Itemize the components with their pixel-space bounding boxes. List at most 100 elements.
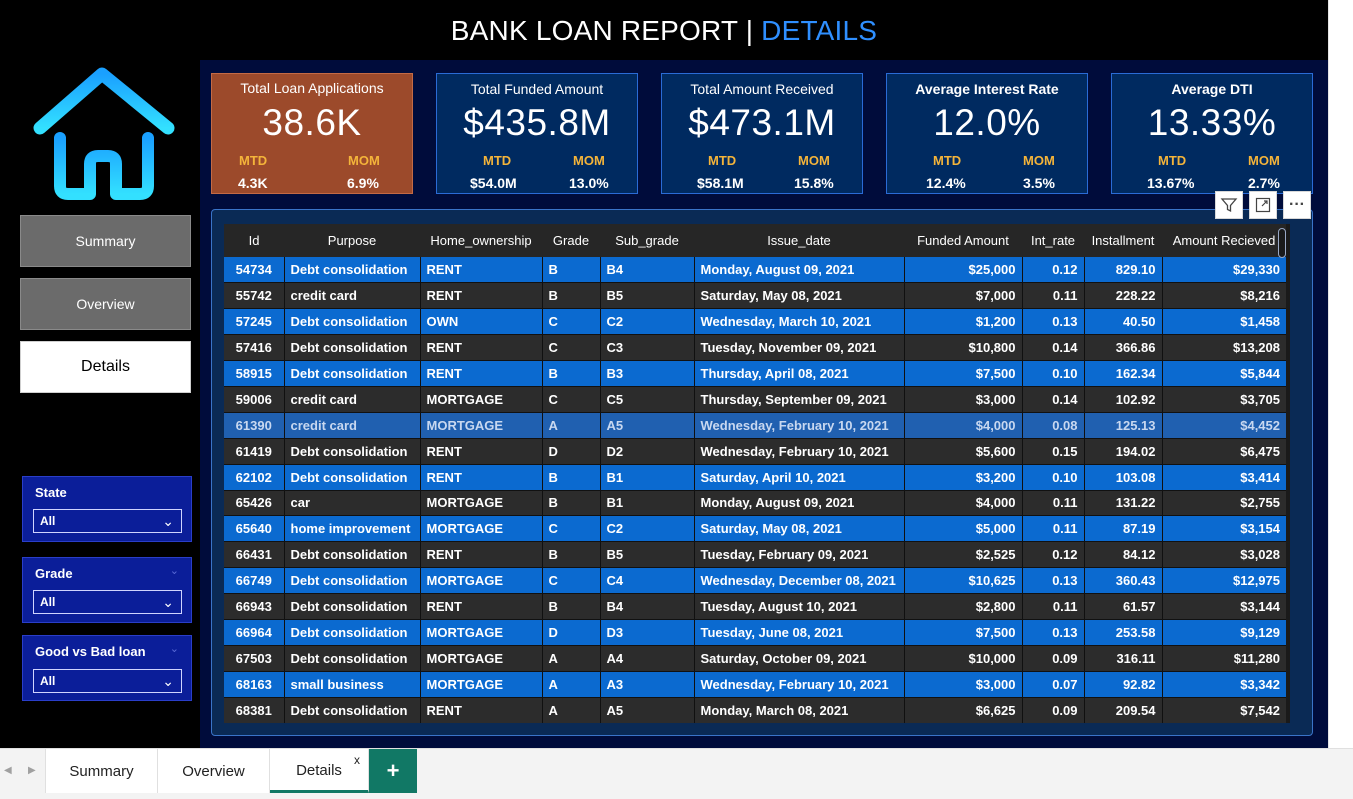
home-icon[interactable]	[30, 66, 175, 201]
table-row[interactable]: 66431 Debt consolidation RENT B B5 Tuesday, F…	[224, 541, 1286, 569]
column-header[interactable]: Amount Recieved	[1162, 224, 1286, 257]
kpi-mtd-value: $58.1M	[697, 175, 744, 191]
table-cell: Debt consolidation	[283, 593, 420, 620]
nav-details-button[interactable]: Details	[20, 341, 191, 393]
kpi-mtd-label: MTD	[239, 153, 268, 168]
page-tab-summary[interactable]: Summary	[45, 749, 158, 793]
table-row[interactable]: 66749 Debt consolidation MORTGAGE C C4 Wednes…	[224, 567, 1286, 595]
table-row[interactable]: 59006 credit card MORTGAGE C C5 Thursday, Sep…	[224, 386, 1286, 413]
page-tab-overview[interactable]: Overview	[158, 749, 270, 793]
table-cell: B4	[599, 257, 694, 284]
kpi-mtd-label: MTD	[933, 153, 962, 168]
kpi-total-amount-received[interactable]: Total Amount Received $473.1M MTD MOM $5…	[661, 73, 863, 194]
nav-overview-button[interactable]: Overview	[20, 278, 191, 330]
table-row[interactable]: 66943 Debt consolidation RENT B B4 Tuesday, A…	[224, 593, 1286, 620]
kpi-total-loan-applications[interactable]: Total Loan Applications 38.6K MTD MOM 4.…	[211, 73, 413, 194]
table-cell: 68381	[224, 697, 284, 723]
table-cell: $3,414	[1161, 464, 1286, 491]
chevron-down-icon: ⌄	[162, 594, 174, 610]
loan-quality-dropdown[interactable]: All ⌄	[33, 669, 182, 693]
column-header[interactable]: Int_rate	[1022, 224, 1084, 257]
table-cell: 103.08	[1083, 464, 1162, 491]
kpi-average-dti[interactable]: Average DTI 13.33% MTD MOM 13.67% 2.7%	[1111, 73, 1313, 194]
loan-details-table[interactable]: Id Purpose Home_ownership Grade Sub_grade Iss…	[224, 224, 1290, 723]
kpi-title: Average Interest Rate	[915, 81, 1059, 97]
filter-icon[interactable]	[1215, 191, 1243, 219]
table-scrollbar[interactable]	[1278, 228, 1286, 716]
more-options-icon[interactable]: ···	[1283, 191, 1311, 219]
table-cell: MORTGAGE	[419, 619, 542, 646]
table-row[interactable]: 62102 Debt consolidation RENT B B1 Saturday, …	[224, 464, 1286, 491]
state-dropdown[interactable]: All ⌄	[33, 509, 182, 533]
kpi-value: 13.33%	[1147, 102, 1277, 143]
table-row[interactable]: 61390 credit card MORTGAGE A A5 Wednesday, Fe…	[224, 412, 1286, 439]
table-cell: 316.11	[1083, 645, 1162, 672]
table-row[interactable]: 57416 Debt consolidation RENT C C3 Tuesday, N…	[224, 334, 1286, 362]
table-cell: B3	[599, 360, 694, 387]
slicer-collapse-icon[interactable]: ⌄	[170, 564, 179, 577]
kpi-average-interest-rate[interactable]: Average Interest Rate 12.0% MTD MOM 12.4…	[886, 73, 1088, 194]
grade-dropdown[interactable]: All ⌄	[33, 590, 182, 614]
table-row[interactable]: 68163 small business MORTGAGE A A3 Wednesday,…	[224, 671, 1286, 698]
loan-details-table-visual: Id Purpose Home_ownership Grade Sub_grade Iss…	[211, 209, 1313, 736]
table-cell: A	[541, 412, 600, 439]
focus-mode-icon[interactable]	[1249, 191, 1277, 219]
table-cell: Debt consolidation	[283, 567, 420, 595]
column-header[interactable]: Funded Amount	[904, 224, 1022, 257]
chevron-down-icon: ⌄	[162, 673, 174, 689]
table-cell: 0.13	[1021, 308, 1084, 336]
table-cell: 0.11	[1021, 490, 1084, 517]
add-page-button[interactable]: +	[369, 749, 417, 793]
table-row[interactable]: 54734 Debt consolidation RENT B B4 Monday, Au…	[224, 257, 1286, 284]
table-row[interactable]: 67503 Debt consolidation MORTGAGE A A4 Saturd…	[224, 645, 1286, 672]
table-row[interactable]: 58915 Debt consolidation RENT B B3 Thursday, …	[224, 360, 1286, 387]
table-cell: $3,000	[903, 671, 1022, 698]
table-cell: Saturday, October 09, 2021	[693, 645, 904, 672]
nav-summary-button[interactable]: Summary	[20, 215, 191, 267]
close-tab-icon[interactable]: x	[354, 753, 360, 767]
table-cell: C2	[599, 515, 694, 543]
table-cell: B	[541, 464, 600, 491]
prev-page-icon[interactable]: ◀	[4, 765, 12, 776]
scrollbar-thumb[interactable]	[1278, 228, 1286, 258]
table-cell: $3,000	[903, 386, 1022, 413]
kpi-mtd-label: MTD	[708, 153, 737, 168]
table-row[interactable]: 66964 Debt consolidation MORTGAGE D D3 Tuesda…	[224, 619, 1286, 646]
table-row[interactable]: 57245 Debt consolidation OWN C C2 Wednesday, …	[224, 308, 1286, 336]
kpi-mtd-value: 12.4%	[926, 175, 966, 191]
column-header[interactable]: Sub_grade	[600, 224, 694, 257]
kpi-title: Total Funded Amount	[470, 81, 604, 97]
table-cell: B	[541, 360, 600, 387]
column-header[interactable]: Grade	[542, 224, 600, 257]
table-row[interactable]: 65426 car MORTGAGE B B1 Monday, August 09, 20…	[224, 490, 1286, 517]
table-cell: 87.19	[1083, 515, 1162, 543]
kpi-value: 38.6K	[262, 102, 362, 143]
table-cell: 209.54	[1083, 697, 1162, 723]
kpi-title: Total Loan Applications	[240, 80, 384, 96]
table-row[interactable]: 55742 credit card RENT B B5 Saturday, May 08,…	[224, 282, 1286, 310]
table-cell: Tuesday, November 09, 2021	[693, 334, 904, 362]
kpi-value: $473.1M	[688, 102, 836, 143]
table-row[interactable]: 65640 home improvement MORTGAGE C C2 Saturday…	[224, 515, 1286, 543]
column-header[interactable]: Purpose	[284, 224, 420, 257]
kpi-total-funded-amount[interactable]: Total Funded Amount $435.8M MTD MOM $54.…	[436, 73, 638, 194]
table-cell: $7,500	[903, 360, 1022, 387]
column-header[interactable]: Home_ownership	[420, 224, 542, 257]
table-cell: 0.11	[1021, 593, 1084, 620]
slicer-collapse-icon[interactable]: ⌄	[170, 642, 179, 655]
table-cell: $11,280	[1161, 645, 1286, 672]
table-cell: A	[541, 645, 600, 672]
column-header[interactable]: Issue_date	[694, 224, 904, 257]
table-cell: Monday, August 09, 2021	[693, 490, 904, 517]
next-page-icon[interactable]: ▶	[28, 765, 36, 776]
column-header[interactable]: Installment	[1084, 224, 1162, 257]
table-row[interactable]: 68381 Debt consolidation RENT A A5 Monday, Ma…	[224, 697, 1286, 723]
table-cell: MORTGAGE	[419, 412, 542, 439]
table-cell: RENT	[419, 282, 542, 310]
table-cell: 0.11	[1021, 515, 1084, 543]
table-cell: 0.13	[1021, 619, 1084, 646]
table-cell: 66943	[224, 593, 284, 620]
column-header[interactable]: Id	[224, 224, 284, 257]
table-cell: $29,330	[1161, 257, 1286, 284]
table-row[interactable]: 61419 Debt consolidation RENT D D2 Wednesday,…	[224, 438, 1286, 465]
